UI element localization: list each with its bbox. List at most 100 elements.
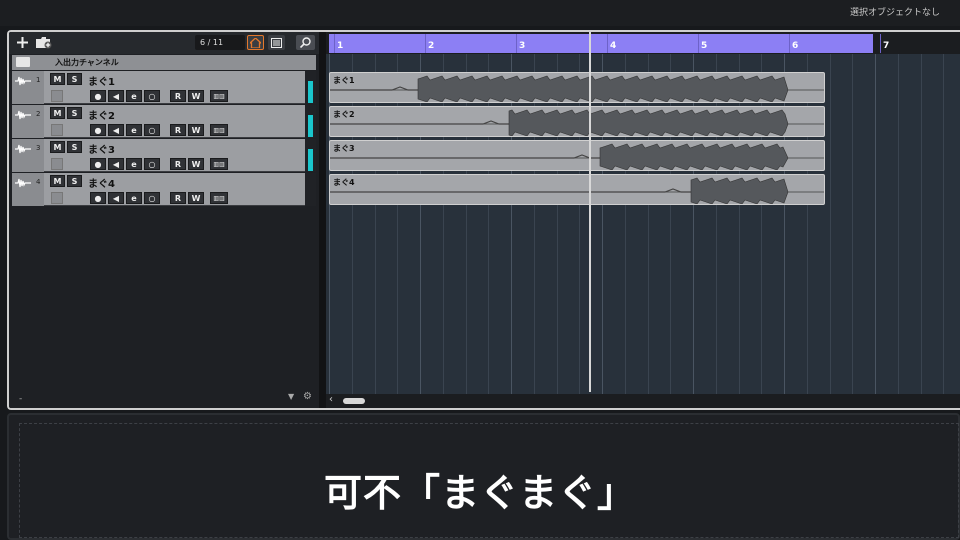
io-channel-row[interactable]: 入出力チャンネル: [12, 55, 316, 70]
grid-line: [648, 54, 649, 394]
write-automation-button[interactable]: W: [188, 124, 204, 136]
grid-line: [921, 54, 922, 394]
grid-line: [875, 54, 876, 394]
plus-icon: [16, 37, 28, 48]
mute-button[interactable]: M: [50, 107, 65, 119]
track-type-strip: 1: [12, 71, 44, 104]
timebase-button[interactable]: ○: [144, 90, 160, 102]
track-type-strip: 3: [12, 139, 44, 172]
monitor-button[interactable]: ◀: [108, 192, 124, 204]
track-view-button[interactable]: [268, 35, 285, 50]
bar-tick: [789, 34, 790, 53]
bar-number: 2: [428, 41, 435, 51]
read-automation-button[interactable]: R: [170, 158, 186, 170]
channel-settings-button[interactable]: ▥▥: [210, 124, 228, 136]
track-row[interactable]: 2 M S まぐ2 ● ◀ e ○ R W ▥▥: [12, 105, 316, 138]
channel-settings-button[interactable]: ▥▥: [210, 192, 228, 204]
record-enable-button[interactable]: ●: [90, 124, 106, 136]
grid-line: [807, 54, 808, 394]
event-name: まぐ4: [333, 178, 355, 187]
track-checkbox[interactable]: [51, 124, 63, 136]
timebase-button[interactable]: ○: [144, 124, 160, 136]
bar-tick: [425, 34, 426, 53]
track-checkbox[interactable]: [51, 192, 63, 204]
track-row[interactable]: 1 M S まぐ1 ● ◀ e ○ R W ▥▥: [12, 71, 316, 104]
add-track-button[interactable]: [13, 35, 31, 50]
track-checkbox[interactable]: [51, 158, 63, 170]
track-row[interactable]: 4 M S まぐ4 ● ◀ e ○ R W ▥▥: [12, 173, 316, 206]
monitor-button[interactable]: ◀: [108, 124, 124, 136]
write-automation-button[interactable]: W: [188, 90, 204, 102]
footer-dash: -: [19, 394, 23, 404]
circle-icon: ○: [148, 193, 156, 203]
track-type-strip: 4: [12, 173, 44, 206]
monitor-button[interactable]: ◀: [108, 158, 124, 170]
gear-icon[interactable]: ⚙: [303, 391, 312, 402]
edit-icon: e: [131, 159, 137, 169]
scroll-left-icon[interactable]: ‹: [329, 394, 333, 405]
audio-wave-icon: [15, 144, 31, 154]
speaker-icon: ◀: [112, 193, 120, 203]
solo-button[interactable]: S: [67, 73, 82, 85]
edit-button[interactable]: e: [126, 158, 142, 170]
grid-line: [625, 54, 626, 394]
dropdown-arrow-icon[interactable]: ▼: [288, 392, 294, 401]
track-row[interactable]: 3 M S まぐ3 ● ◀ e ○ R W ▥▥: [12, 139, 316, 172]
timebase-button[interactable]: ○: [144, 158, 160, 170]
track-checkbox[interactable]: [51, 90, 63, 102]
edit-button[interactable]: e: [126, 192, 142, 204]
solo-button[interactable]: S: [67, 175, 82, 187]
track-number: 2: [36, 110, 41, 118]
monitor-button[interactable]: ◀: [108, 90, 124, 102]
track-name[interactable]: まぐ3: [88, 141, 115, 156]
title-bar: 選択オブジェクトなし: [0, 0, 960, 26]
track-name[interactable]: まぐ1: [88, 73, 115, 88]
write-automation-button[interactable]: W: [188, 192, 204, 204]
audio-event[interactable]: まぐ3: [329, 140, 825, 171]
audio-event[interactable]: まぐ1: [329, 72, 825, 103]
splitter[interactable]: [319, 32, 326, 408]
mute-button[interactable]: M: [50, 73, 65, 85]
mute-button[interactable]: M: [50, 141, 65, 153]
event-grid[interactable]: まぐ1 まぐ2 まぐ3 まぐ4: [326, 54, 960, 394]
grid-line: [830, 54, 831, 394]
record-enable-button[interactable]: ●: [90, 90, 106, 102]
horizontal-scrollbar[interactable]: ‹: [326, 394, 960, 408]
bar-tick: [607, 34, 608, 53]
record-enable-button[interactable]: ●: [90, 192, 106, 204]
scrollbar-thumb[interactable]: [343, 398, 365, 404]
list-icon: [271, 37, 282, 48]
read-automation-button[interactable]: R: [170, 90, 186, 102]
edit-button[interactable]: e: [126, 124, 142, 136]
ruler[interactable]: 1 2 3 4 5 6 7: [326, 32, 960, 54]
solo-button[interactable]: S: [67, 141, 82, 153]
read-automation-button[interactable]: R: [170, 192, 186, 204]
search-button[interactable]: [296, 35, 315, 50]
grid-line: [716, 54, 717, 394]
grid-line: [943, 54, 944, 394]
add-folder-button[interactable]: [34, 35, 54, 50]
channel-settings-button[interactable]: ▥▥: [210, 90, 228, 102]
track-name[interactable]: まぐ4: [88, 175, 115, 190]
fader-icon: ▥▥: [213, 194, 225, 202]
record-icon: ●: [94, 125, 102, 135]
channel-settings-button[interactable]: ▥▥: [210, 158, 228, 170]
record-enable-button[interactable]: ●: [90, 158, 106, 170]
playback-cursor[interactable]: [589, 32, 591, 392]
track-name[interactable]: まぐ2: [88, 107, 115, 122]
audio-event[interactable]: まぐ4: [329, 174, 825, 205]
event-name: まぐ3: [333, 144, 355, 153]
timebase-button[interactable]: ○: [144, 192, 160, 204]
mute-button[interactable]: M: [50, 175, 65, 187]
write-automation-button[interactable]: W: [188, 158, 204, 170]
grid-line: [534, 54, 535, 394]
grid-line: [784, 54, 785, 394]
audio-event[interactable]: まぐ2: [329, 106, 825, 137]
read-automation-button[interactable]: R: [170, 124, 186, 136]
grid-line: [352, 54, 353, 394]
solo-button[interactable]: S: [67, 107, 82, 119]
bar-number: 5: [701, 41, 708, 51]
edit-button[interactable]: e: [126, 90, 142, 102]
bar-tick: [334, 34, 335, 53]
home-button[interactable]: [247, 35, 264, 50]
